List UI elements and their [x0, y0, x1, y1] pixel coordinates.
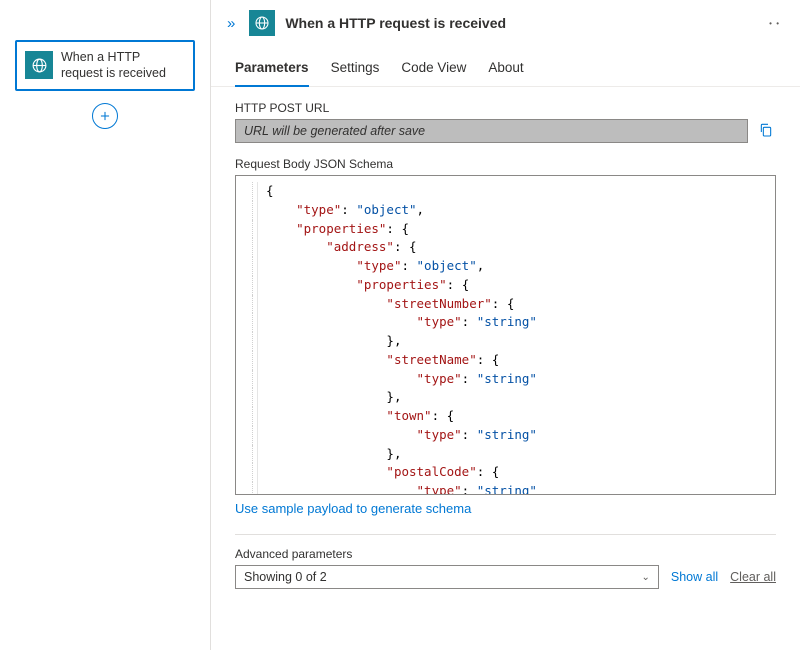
panel-overflow-menu[interactable]: • •	[763, 17, 786, 30]
trigger-node[interactable]: When a HTTP request is received	[15, 40, 195, 91]
http-trigger-icon	[25, 51, 53, 79]
advanced-params-dropdown[interactable]: Showing 0 of 2 ⌄	[235, 565, 659, 589]
tab-parameters[interactable]: Parameters	[235, 54, 309, 87]
copy-url-button[interactable]	[756, 120, 776, 143]
section-divider	[235, 534, 776, 535]
tab-code-view[interactable]: Code View	[401, 54, 466, 87]
advanced-params-label: Advanced parameters	[235, 547, 776, 561]
show-all-link[interactable]: Show all	[671, 570, 718, 584]
http-post-url-field: URL will be generated after save	[235, 119, 748, 143]
panel-title: When a HTTP request is received	[285, 15, 506, 31]
advanced-params-value: Showing 0 of 2	[244, 570, 327, 584]
http-trigger-icon	[249, 10, 275, 36]
details-panel: » When a HTTP request is received • • Pa…	[210, 0, 800, 650]
panel-header: » When a HTTP request is received • •	[211, 0, 800, 42]
chevron-down-icon: ⌄	[642, 572, 650, 583]
collapse-panel-button[interactable]: »	[223, 13, 239, 34]
copy-icon	[758, 122, 774, 138]
canvas-panel: When a HTTP request is received	[0, 0, 210, 650]
panel-body: HTTP POST URL URL will be generated afte…	[211, 87, 800, 650]
schema-field-label: Request Body JSON Schema	[235, 157, 776, 171]
clear-all-link[interactable]: Clear all	[730, 570, 776, 584]
tab-about[interactable]: About	[488, 54, 523, 87]
tab-settings[interactable]: Settings	[331, 54, 380, 87]
use-sample-payload-link[interactable]: Use sample payload to generate schema	[235, 501, 471, 516]
json-schema-editor[interactable]: { "type": "object", "properties": { "add…	[235, 175, 776, 495]
url-field-label: HTTP POST URL	[235, 101, 776, 115]
panel-tabs: Parameters Settings Code View About	[211, 42, 800, 87]
add-step-button[interactable]	[92, 103, 118, 129]
plus-icon	[98, 109, 112, 123]
trigger-node-label: When a HTTP request is received	[61, 49, 185, 82]
